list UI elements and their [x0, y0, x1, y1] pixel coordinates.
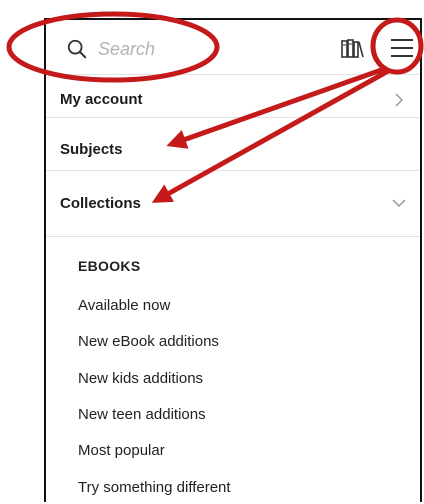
hamburger-menu-icon[interactable]	[389, 36, 415, 60]
collection-link-try-something-different[interactable]: Try something different	[78, 479, 231, 496]
collection-link-most-popular[interactable]: Most popular	[78, 442, 165, 459]
mobile-screen: My account Subjects Collections EBOOKS A…	[44, 18, 422, 502]
menu-item-collections[interactable]: Collections	[46, 172, 420, 237]
collection-link-available-now[interactable]: Available now	[78, 297, 170, 314]
menu-item-label: My account	[60, 91, 143, 108]
search-input[interactable]	[98, 38, 218, 60]
bookshelf-icon[interactable]	[341, 37, 365, 61]
chevron-right-icon	[395, 93, 404, 107]
collection-link-new-teen-additions[interactable]: New teen additions	[78, 406, 206, 423]
menu-item-my-account[interactable]: My account	[46, 74, 420, 118]
chevron-down-icon	[392, 199, 406, 208]
collection-link-new-ebook-additions[interactable]: New eBook additions	[78, 333, 219, 350]
menu-item-label: Collections	[60, 195, 141, 212]
collection-link-new-kids-additions[interactable]: New kids additions	[78, 370, 203, 387]
top-bar	[46, 20, 420, 75]
search-icon[interactable]	[66, 38, 88, 60]
collections-subheading: EBOOKS	[78, 258, 141, 274]
search-bar[interactable]	[66, 34, 218, 64]
menu-item-label: Subjects	[60, 141, 123, 158]
menu-item-subjects[interactable]: Subjects	[46, 119, 420, 171]
